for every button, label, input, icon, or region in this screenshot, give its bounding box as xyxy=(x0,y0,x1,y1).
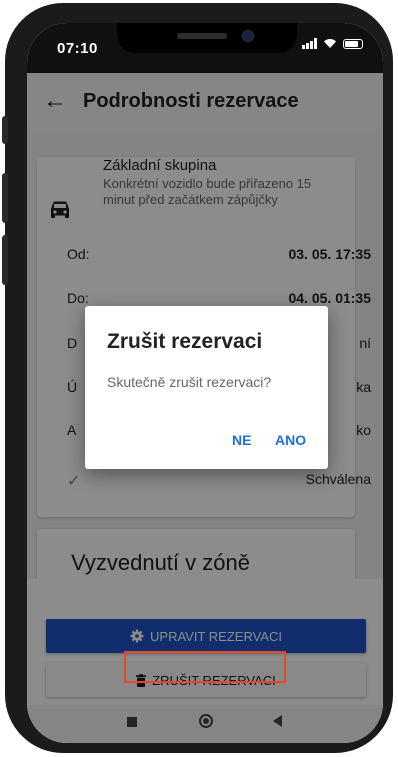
status-icons xyxy=(302,38,363,49)
dialog-message: Skutečně zrušit rezervaci? xyxy=(107,374,272,390)
wifi-icon xyxy=(324,39,336,48)
battery-icon xyxy=(343,38,363,49)
speaker xyxy=(177,33,227,39)
dialog-title: Zrušit rezervaci xyxy=(107,330,263,353)
cancel-dialog: Zrušit rezervaci Skutečně zrušit rezerva… xyxy=(85,306,328,469)
mute-switch xyxy=(2,116,8,144)
dialog-no-button[interactable]: NE xyxy=(232,432,251,448)
status-bar: 07:10 xyxy=(27,23,383,73)
volume-up-button xyxy=(2,173,8,223)
signal-icon xyxy=(302,38,317,49)
phone-frame: 07:10 ← Podrobnosti rezervace Základní s… xyxy=(2,3,393,753)
screen: 07:10 ← Podrobnosti rezervace Základní s… xyxy=(27,23,383,743)
notch xyxy=(117,23,297,53)
volume-down-button xyxy=(2,235,8,285)
status-time: 07:10 xyxy=(57,40,98,57)
camera xyxy=(242,30,254,42)
dialog-yes-button[interactable]: ANO xyxy=(275,432,306,448)
